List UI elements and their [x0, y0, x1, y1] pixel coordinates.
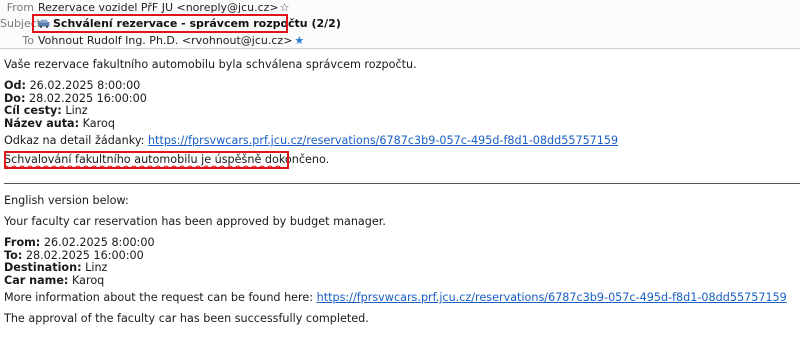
en-dest-label: Destination: [4, 261, 82, 274]
en-more-prefix: More information about the request can b… [4, 291, 314, 304]
language-divider [4, 183, 800, 184]
cz-detail-line: Odkaz na detail žádanky: https://fprsvwc… [4, 134, 618, 148]
cz-done-highlight-box [4, 151, 289, 169]
cz-cil-value: Linz [65, 104, 88, 117]
en-from-label: From: [4, 236, 41, 249]
en-car-label: Car name: [4, 273, 69, 287]
cz-do-value: 28.02.2025 16:00:00 [29, 91, 147, 105]
message-header: From Rezervace vozidel PřF JU <noreply@j… [0, 0, 800, 49]
en-dest-value: Linz [85, 261, 108, 274]
cz-detail-prefix: Odkaz na detail žádanky: [4, 134, 145, 147]
en-to-label: To: [4, 248, 23, 262]
cz-od-label: Od: [4, 79, 26, 92]
subject-highlight-box [32, 14, 288, 33]
en-more-line: More information about the request can b… [4, 291, 787, 305]
star-filled-icon[interactable]: ★ [294, 34, 304, 47]
cz-auto-line: Název auta: Karoq [4, 116, 115, 131]
cz-auto-value: Karoq [82, 116, 115, 130]
star-outline-icon[interactable]: ☆ [280, 1, 290, 14]
en-to-value: 28.02.2025 16:00:00 [25, 248, 144, 262]
cz-do-label: Do: [4, 91, 26, 105]
cz-intro: Vaše rezervace fakultního automobilu byl… [4, 58, 417, 71]
en-car-line: Car name: Karoq [4, 273, 105, 288]
from-label: From [6, 1, 34, 14]
en-more-link[interactable]: https://fprsvwcars.prf.jcu.cz/reservatio… [317, 291, 787, 304]
en-heading: English version below: [4, 194, 129, 207]
to-label: To [22, 34, 34, 47]
en-intro: Your faculty car reservation has been ap… [4, 215, 386, 228]
cz-cil-label: Cíl cesty: [4, 104, 62, 117]
cz-detail-link[interactable]: https://fprsvwcars.prf.jcu.cz/reservatio… [148, 134, 618, 147]
from-address[interactable]: Rezervace vozidel PřF JU <noreply@jcu.cz… [38, 1, 279, 14]
en-done-text: The approval of the faculty car has been… [4, 312, 369, 325]
subject-label: Subject [0, 17, 42, 30]
cz-od-value: 26.02.2025 8:00:00 [29, 79, 141, 92]
to-address[interactable]: Vohnout Rudolf Ing. Ph.D. <rvohnout@jcu.… [38, 34, 292, 47]
cz-auto-label: Název auta: [4, 116, 80, 130]
en-car-value: Karoq [71, 273, 105, 287]
en-from-value: 26.02.2025 8:00:00 [43, 236, 155, 249]
